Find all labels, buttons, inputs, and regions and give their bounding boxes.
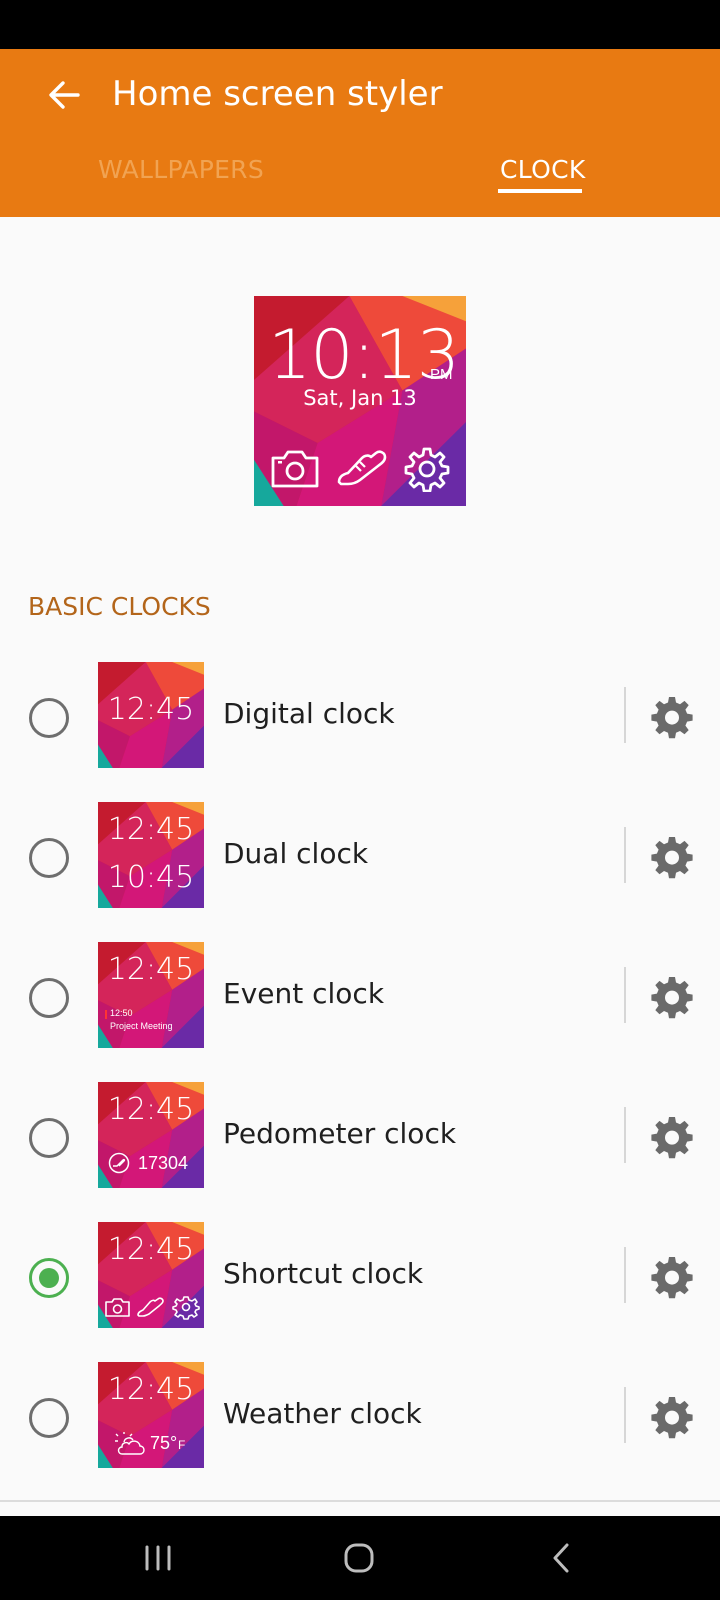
radio-button[interactable] bbox=[29, 1398, 69, 1438]
settings-gear-icon[interactable] bbox=[650, 975, 694, 1019]
settings-gear-icon[interactable] bbox=[650, 695, 694, 739]
clock-thumbnail[interactable]: 12:45 12:50 Project Meeting bbox=[98, 942, 204, 1048]
gear-icon bbox=[404, 447, 450, 492]
preview-shortcuts bbox=[270, 446, 450, 492]
clock-option-event[interactable]: 12:45 12:50 Project Meeting Event clock bbox=[0, 937, 720, 1061]
thumbnail-time: 12:45 bbox=[107, 1092, 195, 1127]
section-header-basic-clocks: BASIC CLOCKS bbox=[28, 592, 211, 621]
clock-label[interactable]: Weather clock bbox=[223, 1397, 422, 1430]
back-nav-button[interactable] bbox=[536, 1538, 586, 1578]
tab-clock[interactable]: CLOCK bbox=[500, 155, 586, 184]
preview-time: 10:13 bbox=[268, 316, 460, 395]
thumbnail-time: 12:45 bbox=[107, 1372, 195, 1407]
back-button[interactable] bbox=[38, 73, 90, 117]
clock-option-pedometer[interactable]: 12:45 17304 Pedometer clock bbox=[0, 1077, 720, 1201]
page-title: Home screen styler bbox=[112, 74, 443, 114]
clock-label[interactable]: Shortcut clock bbox=[223, 1257, 423, 1290]
clock-option-weather[interactable]: 12:45 75° F Weather clock bbox=[0, 1357, 720, 1481]
divider bbox=[624, 1387, 626, 1443]
clock-option-digital[interactable]: 12:45 Digital clock bbox=[0, 657, 720, 781]
arrow-left-icon bbox=[49, 81, 80, 109]
clock-label[interactable]: Event clock bbox=[223, 977, 384, 1010]
event-title: Project Meeting bbox=[110, 1021, 173, 1031]
clock-label[interactable]: Pedometer clock bbox=[223, 1117, 456, 1150]
step-count: 17304 bbox=[138, 1153, 189, 1173]
tab-indicator bbox=[498, 189, 582, 193]
divider bbox=[624, 1107, 626, 1163]
status-bar bbox=[0, 0, 720, 49]
settings-gear-icon[interactable] bbox=[650, 1255, 694, 1299]
clock-preview: 10:13 PM Sat, Jan 13 bbox=[254, 296, 466, 506]
home-button[interactable] bbox=[334, 1538, 384, 1578]
partly-cloudy-icon bbox=[115, 1432, 145, 1455]
settings-gear-icon[interactable] bbox=[650, 835, 694, 879]
thumbnail-time: 12:45 bbox=[107, 692, 195, 727]
shoe-icon bbox=[337, 450, 387, 486]
clock-label[interactable]: Dual clock bbox=[223, 837, 368, 870]
clock-option-dual[interactable]: 12:45 10:45 Dual clock bbox=[0, 797, 720, 921]
app-bar: Home screen styler WALLPAPERS CLOCK bbox=[0, 49, 720, 217]
list-divider bbox=[0, 1500, 720, 1502]
pedometer-icon bbox=[108, 1152, 130, 1174]
settings-gear-icon[interactable] bbox=[650, 1395, 694, 1439]
recents-button[interactable] bbox=[133, 1538, 183, 1578]
temperature-unit: F bbox=[178, 1438, 186, 1452]
radio-button[interactable] bbox=[29, 978, 69, 1018]
event-time: 12:50 bbox=[110, 1008, 133, 1018]
radio-button[interactable] bbox=[29, 838, 69, 878]
camera-icon bbox=[271, 450, 319, 488]
recents-icon bbox=[145, 1545, 171, 1571]
clock-thumbnail[interactable]: 12:45 bbox=[98, 1222, 204, 1328]
preview-date: Sat, Jan 13 bbox=[303, 386, 417, 410]
thumbnail-time-secondary: 10:45 bbox=[107, 860, 195, 895]
event-marker bbox=[105, 1010, 107, 1019]
divider bbox=[624, 687, 626, 743]
radio-button[interactable] bbox=[29, 698, 69, 738]
preview-ampm: PM bbox=[430, 366, 453, 383]
home-icon bbox=[344, 1543, 374, 1573]
divider bbox=[624, 967, 626, 1023]
thumbnail-time: 12:45 bbox=[107, 812, 195, 847]
thumbnail-time: 12:45 bbox=[107, 952, 195, 987]
clock-option-shortcut[interactable]: 12:45 Shortcut clock bbox=[0, 1217, 720, 1341]
divider bbox=[624, 1247, 626, 1303]
temperature: 75° bbox=[150, 1433, 178, 1453]
settings-gear-icon[interactable] bbox=[650, 1115, 694, 1159]
clock-thumbnail[interactable]: 12:45 17304 bbox=[98, 1082, 204, 1188]
divider bbox=[624, 827, 626, 883]
navigation-bar bbox=[0, 1516, 720, 1600]
clock-thumbnail[interactable]: 12:45 bbox=[98, 662, 204, 768]
radio-button-selected[interactable] bbox=[29, 1258, 69, 1298]
radio-button[interactable] bbox=[29, 1118, 69, 1158]
clock-label[interactable]: Digital clock bbox=[223, 697, 395, 730]
back-icon bbox=[553, 1543, 569, 1573]
clock-thumbnail[interactable]: 12:45 75° F bbox=[98, 1362, 204, 1468]
shortcut-icons bbox=[105, 1296, 200, 1320]
tab-wallpapers[interactable]: WALLPAPERS bbox=[98, 155, 264, 184]
clock-thumbnail[interactable]: 12:45 10:45 bbox=[98, 802, 204, 908]
thumbnail-time: 12:45 bbox=[107, 1232, 195, 1267]
